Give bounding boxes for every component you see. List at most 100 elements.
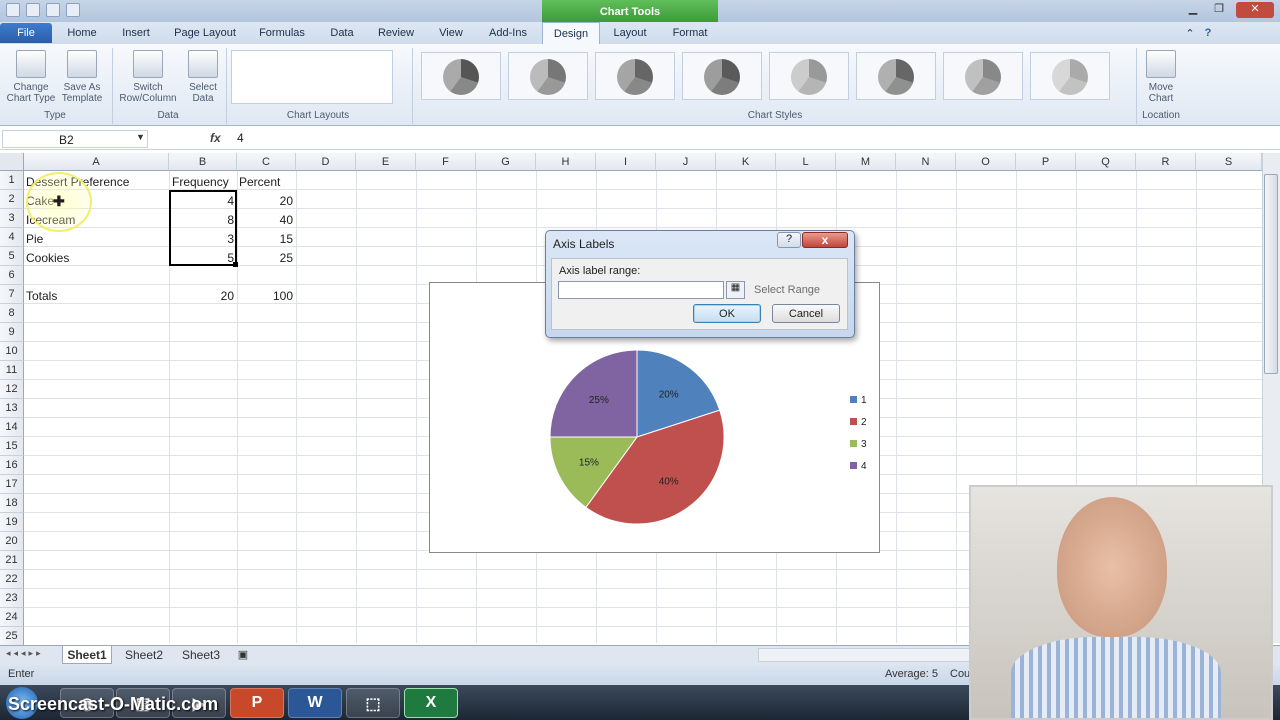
chart-style-4[interactable] <box>682 52 762 100</box>
row-header-13[interactable]: 13 <box>0 399 24 418</box>
column-header-q[interactable]: Q <box>1076 153 1136 171</box>
insert-function-icon[interactable]: fx <box>210 131 221 145</box>
minimize-button[interactable]: ▁ <box>1182 2 1204 18</box>
row-header-20[interactable]: 20 <box>0 532 24 551</box>
row-header-9[interactable]: 9 <box>0 323 24 342</box>
help-icon[interactable]: ? <box>1200 22 1216 44</box>
tab-add-ins[interactable]: Add-Ins <box>482 22 534 44</box>
name-box-dropdown-icon[interactable]: ▼ <box>136 132 145 142</box>
chart-style-2[interactable] <box>508 52 588 100</box>
column-header-m[interactable]: M <box>836 153 896 171</box>
chart-style-8[interactable] <box>1030 52 1110 100</box>
column-header-o[interactable]: O <box>956 153 1016 171</box>
range-picker-icon[interactable]: ▦ <box>726 281 745 299</box>
cell-c2[interactable]: 20 <box>237 191 296 210</box>
cell-a4[interactable]: Pie <box>26 229 168 248</box>
row-header-19[interactable]: 19 <box>0 513 24 532</box>
cell-a7[interactable]: Totals <box>26 286 168 305</box>
tab-file[interactable]: File <box>0 23 52 43</box>
chart-style-5[interactable] <box>769 52 849 100</box>
tab-page-layout[interactable]: Page Layout <box>168 22 242 44</box>
snipping-tool-icon[interactable]: ⬚ <box>346 688 400 718</box>
column-header-b[interactable]: B <box>169 153 237 171</box>
cell-c5[interactable]: 25 <box>237 248 296 267</box>
column-header-n[interactable]: N <box>896 153 956 171</box>
chart-layouts-gallery[interactable] <box>231 50 393 104</box>
axis-label-range-input[interactable] <box>558 281 724 299</box>
cell-a5[interactable]: Cookies <box>26 248 168 267</box>
select-data-button[interactable]: Select Data <box>178 50 228 112</box>
tab-formulas[interactable]: Formulas <box>252 22 312 44</box>
redo-icon[interactable] <box>66 3 80 17</box>
column-header-g[interactable]: G <box>476 153 536 171</box>
column-header-r[interactable]: R <box>1136 153 1196 171</box>
cell-b1[interactable]: Frequency <box>172 172 236 191</box>
column-header-f[interactable]: F <box>416 153 476 171</box>
column-header-p[interactable]: P <box>1016 153 1076 171</box>
row-header-5[interactable]: 5 <box>0 247 24 266</box>
cell-c1[interactable]: Percent <box>239 172 295 191</box>
row-header-10[interactable]: 10 <box>0 342 24 361</box>
row-header-12[interactable]: 12 <box>0 380 24 399</box>
row-header-16[interactable]: 16 <box>0 456 24 475</box>
tab-design[interactable]: Design <box>542 22 600 44</box>
chart-style-7[interactable] <box>943 52 1023 100</box>
select-all-corner[interactable] <box>0 153 24 171</box>
name-box[interactable]: B2 <box>2 130 148 148</box>
row-header-15[interactable]: 15 <box>0 437 24 456</box>
undo-icon[interactable] <box>46 3 60 17</box>
column-header-j[interactable]: J <box>656 153 716 171</box>
word-icon[interactable]: W <box>288 688 342 718</box>
chart-style-3[interactable] <box>595 52 675 100</box>
powerpoint-icon[interactable]: P <box>230 688 284 718</box>
row-header-17[interactable]: 17 <box>0 475 24 494</box>
formula-input[interactable]: 4 <box>237 131 244 145</box>
row-header-6[interactable]: 6 <box>0 266 24 285</box>
tab-data[interactable]: Data <box>320 22 364 44</box>
column-header-i[interactable]: I <box>596 153 656 171</box>
change-chart-type-button[interactable]: Change Chart Type <box>6 50 56 112</box>
minimize-ribbon-icon[interactable]: ⌃ <box>1182 22 1198 44</box>
dialog-help-button[interactable]: ? <box>777 232 801 248</box>
tab-home[interactable]: Home <box>60 22 104 44</box>
row-header-24[interactable]: 24 <box>0 608 24 627</box>
excel-icon[interactable]: X <box>404 688 458 718</box>
cancel-button[interactable]: Cancel <box>772 304 840 323</box>
sheet-nav-arrows-icon[interactable]: ◂◂◂▸▸ <box>6 648 44 659</box>
sheet-tab-sheet3[interactable]: Sheet3 <box>176 646 226 664</box>
chart-style-1[interactable] <box>421 52 501 100</box>
row-header-14[interactable]: 14 <box>0 418 24 437</box>
row-header-21[interactable]: 21 <box>0 551 24 570</box>
dialog-close-button[interactable]: x <box>802 232 848 248</box>
row-header-2[interactable]: 2 <box>0 190 24 209</box>
row-header-22[interactable]: 22 <box>0 570 24 589</box>
row-header-18[interactable]: 18 <box>0 494 24 513</box>
row-header-4[interactable]: 4 <box>0 228 24 247</box>
column-header-s[interactable]: S <box>1196 153 1262 171</box>
column-header-l[interactable]: L <box>776 153 836 171</box>
restore-button[interactable]: ❐ <box>1208 2 1230 18</box>
cell-c4[interactable]: 15 <box>237 229 296 248</box>
sheet-tab-sheet2[interactable]: Sheet2 <box>118 646 170 664</box>
vertical-scroll-thumb[interactable] <box>1264 174 1278 374</box>
cell-b7[interactable]: 20 <box>169 286 237 305</box>
save-as-template-button[interactable]: Save As Template <box>57 50 107 112</box>
tab-review[interactable]: Review <box>372 22 420 44</box>
column-header-e[interactable]: E <box>356 153 416 171</box>
insert-sheet-icon[interactable]: ▣ <box>232 646 254 664</box>
ok-button[interactable]: OK <box>693 304 761 323</box>
cell-c7[interactable]: 100 <box>237 286 296 305</box>
pie-slice-4[interactable] <box>549 349 638 438</box>
row-header-23[interactable]: 23 <box>0 589 24 608</box>
row-header-11[interactable]: 11 <box>0 361 24 380</box>
fill-handle[interactable] <box>233 262 238 267</box>
column-header-c[interactable]: C <box>237 153 296 171</box>
tab-insert[interactable]: Insert <box>112 22 160 44</box>
row-header-7[interactable]: 7 <box>0 285 24 304</box>
cell-c3[interactable]: 40 <box>237 210 296 229</box>
row-header-1[interactable]: 1 <box>0 171 24 190</box>
column-header-h[interactable]: H <box>536 153 596 171</box>
row-header-25[interactable]: 25 <box>0 627 24 646</box>
row-header-3[interactable]: 3 <box>0 209 24 228</box>
tab-view[interactable]: View <box>430 22 472 44</box>
